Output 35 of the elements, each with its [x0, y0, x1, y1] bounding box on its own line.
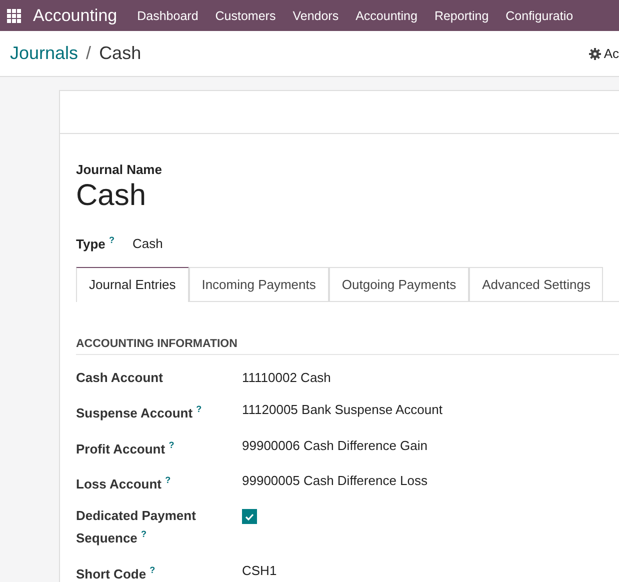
nav-menu-item[interactable]: Accounting: [356, 8, 418, 22]
field-value: 99900006 Cash Difference Gain: [242, 436, 428, 455]
journal-name: Cash: [76, 179, 148, 213]
nav-menu-item[interactable]: Reporting: [434, 8, 489, 22]
field-value: 11120005 Bank Suspense Account: [242, 401, 442, 420]
field-label: Profit Account $^{?}$: [76, 438, 176, 458]
checkmark-icon: [245, 512, 254, 521]
field-value: CSH1: [242, 562, 277, 580]
field-label: Loss Account $^{?}$: [76, 474, 172, 494]
field-label: Suspense Account $^{?}$: [76, 403, 203, 423]
checkbox[interactable]: [242, 509, 257, 524]
field-label: Short Code $^{?}$: [76, 564, 156, 582]
gear-icon: [588, 48, 601, 60]
apps-menu-icon[interactable]: [7, 8, 21, 22]
app-name[interactable]: Accounting: [33, 6, 118, 26]
breadcrumb-current: Cash: [99, 43, 142, 64]
nav-menu-item[interactable]: Dashboard: [137, 8, 198, 22]
action-menu[interactable]: Ac: [588, 46, 619, 61]
nav-menu-item[interactable]: Customers: [215, 8, 276, 22]
section-title: ACCOUNTING INFORMATION: [76, 338, 619, 356]
field-label: Dedicated Payment Sequence $^{?}$: [76, 507, 197, 548]
field-label: Journal Name: [76, 162, 163, 177]
tab[interactable]: Incoming Payments: [188, 267, 329, 302]
field-label: Cash Account: [76, 369, 164, 388]
tab[interactable]: Journal Entries: [76, 267, 189, 302]
nav-menu-item[interactable]: Vendors: [292, 8, 339, 22]
field-label: Type $^{?}$: [76, 235, 114, 252]
breadcrumb-separator: /: [86, 43, 92, 64]
field-value: 99900005 Cash Difference Loss: [242, 472, 428, 490]
breadcrumb-link[interactable]: Journals: [10, 43, 78, 64]
tab[interactable]: Outgoing Payments: [328, 267, 470, 302]
field-value: Cash: [132, 236, 163, 251]
field-value: 11110002 Cash: [242, 369, 331, 388]
nav-menu-item[interactable]: Configuratio: [506, 8, 574, 22]
tab[interactable]: Advanced Settings: [469, 267, 604, 302]
